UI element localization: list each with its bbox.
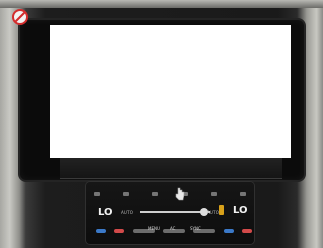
climate-top-icons — [94, 188, 246, 200]
left-heat-button[interactable] — [114, 229, 125, 233]
left-mode-label: AUTO — [121, 210, 134, 215]
seat-cool-icon[interactable] — [239, 192, 246, 196]
sync-label: SYNC — [190, 226, 201, 231]
fan-low-icon[interactable] — [94, 192, 100, 196]
ac-label: AC — [170, 226, 176, 231]
car-dashboard-scene: LO AUTO AUTO LO MENU AC SYNC — [0, 0, 323, 248]
defrost-front-icon[interactable] — [152, 192, 159, 196]
left-cool-button[interactable] — [96, 229, 106, 233]
screen-lip — [60, 158, 282, 179]
top-trim — [0, 0, 323, 8]
right-temperature-display: LO — [233, 205, 248, 216]
right-mode-label: AUTO — [207, 210, 220, 215]
right-cool-button[interactable] — [223, 229, 234, 233]
recirculation-icon[interactable] — [123, 192, 130, 196]
left-temperature-display: LO — [98, 207, 113, 218]
pointer-hand-icon — [175, 187, 185, 201]
redaction-box — [50, 25, 291, 158]
no-sign-icon — [12, 9, 28, 25]
seat-heat-icon[interactable] — [210, 192, 217, 196]
menu-label: MENU — [148, 226, 160, 231]
right-heat-button[interactable] — [241, 229, 252, 233]
status-light — [219, 205, 224, 215]
